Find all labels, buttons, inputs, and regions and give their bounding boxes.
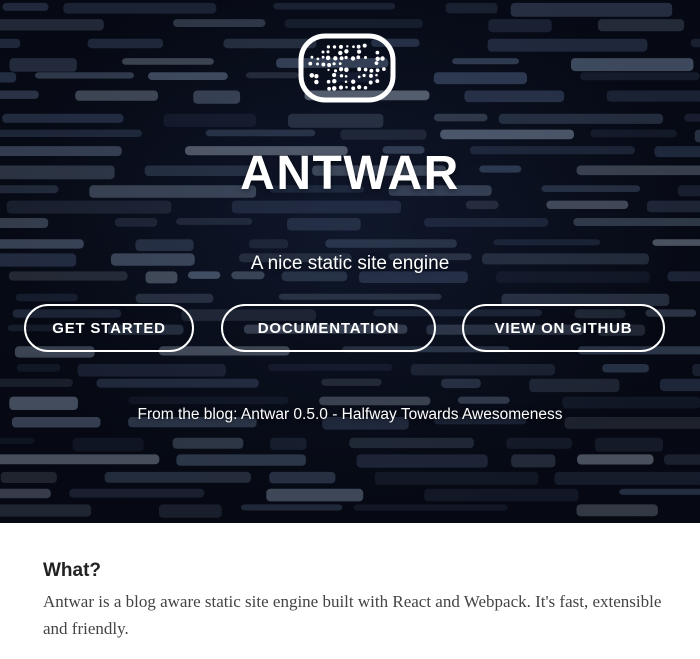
logo-dot — [350, 56, 356, 61]
hero-banner: ANTWAR A nice static site engine GET STA… — [0, 0, 700, 523]
logo-dot — [351, 86, 356, 91]
logo-dot — [345, 85, 348, 89]
logo-dot — [327, 86, 331, 91]
logo-dot — [369, 73, 373, 78]
logo-dot — [333, 56, 338, 61]
logo-dot — [362, 73, 366, 78]
logo-dot — [321, 55, 325, 59]
logo-dot — [362, 43, 367, 48]
logo-dot — [356, 55, 361, 60]
logo-dot — [332, 45, 337, 49]
logo-dot — [332, 62, 336, 66]
blog-prefix: From the blog: — [137, 406, 238, 423]
logo-dot — [344, 80, 348, 83]
logo-dot — [375, 73, 378, 77]
intro-section: What? Antwar is a blog aware static site… — [43, 560, 683, 642]
blog-post-link[interactable]: Antwar 0.5.0 - Halfway Towards Awesomene… — [241, 406, 563, 423]
site-title: ANTWAR — [240, 147, 460, 200]
logo-dot — [375, 68, 380, 73]
logo-dot — [309, 73, 315, 78]
logo-dot — [338, 85, 344, 90]
logo-dot — [325, 55, 331, 61]
logo-dot — [308, 61, 313, 66]
logo-dot — [344, 55, 348, 60]
section-body: Antwar is a blog aware static site engin… — [43, 592, 662, 638]
hero-content: ANTWAR A nice static site engine GET STA… — [0, 0, 700, 523]
tagline: A nice static site engine — [250, 253, 450, 274]
logo-dot — [333, 69, 338, 73]
logo-dot — [326, 79, 331, 84]
logo-dot — [357, 67, 362, 72]
logo-dot — [363, 55, 368, 60]
documentation-button[interactable]: DOCUMENTATION — [221, 304, 436, 352]
logo-dot — [339, 44, 343, 49]
logo-dot — [344, 49, 349, 54]
logo-dot — [332, 79, 337, 84]
logo-dot — [374, 61, 379, 65]
logo-dot — [357, 85, 362, 90]
logo-dot — [338, 50, 343, 56]
logo-dot — [344, 67, 349, 73]
logo-dot — [314, 79, 319, 85]
logo-dot — [338, 67, 344, 72]
logo-dot — [338, 62, 342, 65]
logo-dot — [327, 63, 332, 67]
view-on-github-button[interactable]: VIEW ON GITHUB — [462, 304, 665, 352]
logo-dot — [357, 75, 361, 79]
logo-dot — [382, 67, 386, 71]
logo-dot — [332, 73, 337, 78]
logo-dot — [327, 68, 330, 72]
get-started-button[interactable]: GET STARTED — [24, 304, 194, 352]
logo-dot — [326, 50, 330, 54]
logo-dot — [331, 86, 337, 91]
logo-dot — [375, 50, 380, 55]
logo-dot — [326, 45, 331, 49]
logo-dot — [357, 49, 362, 54]
logo-dot — [352, 45, 355, 49]
logo-dot — [316, 57, 320, 61]
logo-dot — [321, 50, 325, 54]
logo-dot — [368, 80, 373, 85]
dotted-screen-logo-icon[interactable] — [297, 32, 397, 104]
logo-dot — [363, 85, 368, 90]
logo-dot — [363, 67, 368, 72]
section-heading: What? — [43, 560, 102, 581]
logo-dot — [344, 75, 348, 78]
logo-dot — [369, 68, 374, 73]
logo-dot — [375, 56, 380, 62]
logo-dot — [321, 62, 326, 67]
logo-dot — [375, 79, 380, 84]
logo-dot — [314, 74, 319, 79]
logo-dot — [346, 45, 349, 48]
latest-blog-post: From the blog: Antwar 0.5.0 - Halfway To… — [0, 406, 700, 424]
logo-dot — [339, 56, 344, 61]
logo-dot — [316, 62, 319, 66]
logo-dot — [356, 44, 361, 49]
logo-dot — [351, 79, 356, 84]
logo-dot — [380, 56, 385, 61]
logo-dot — [310, 55, 314, 59]
logo-dot — [339, 74, 344, 78]
